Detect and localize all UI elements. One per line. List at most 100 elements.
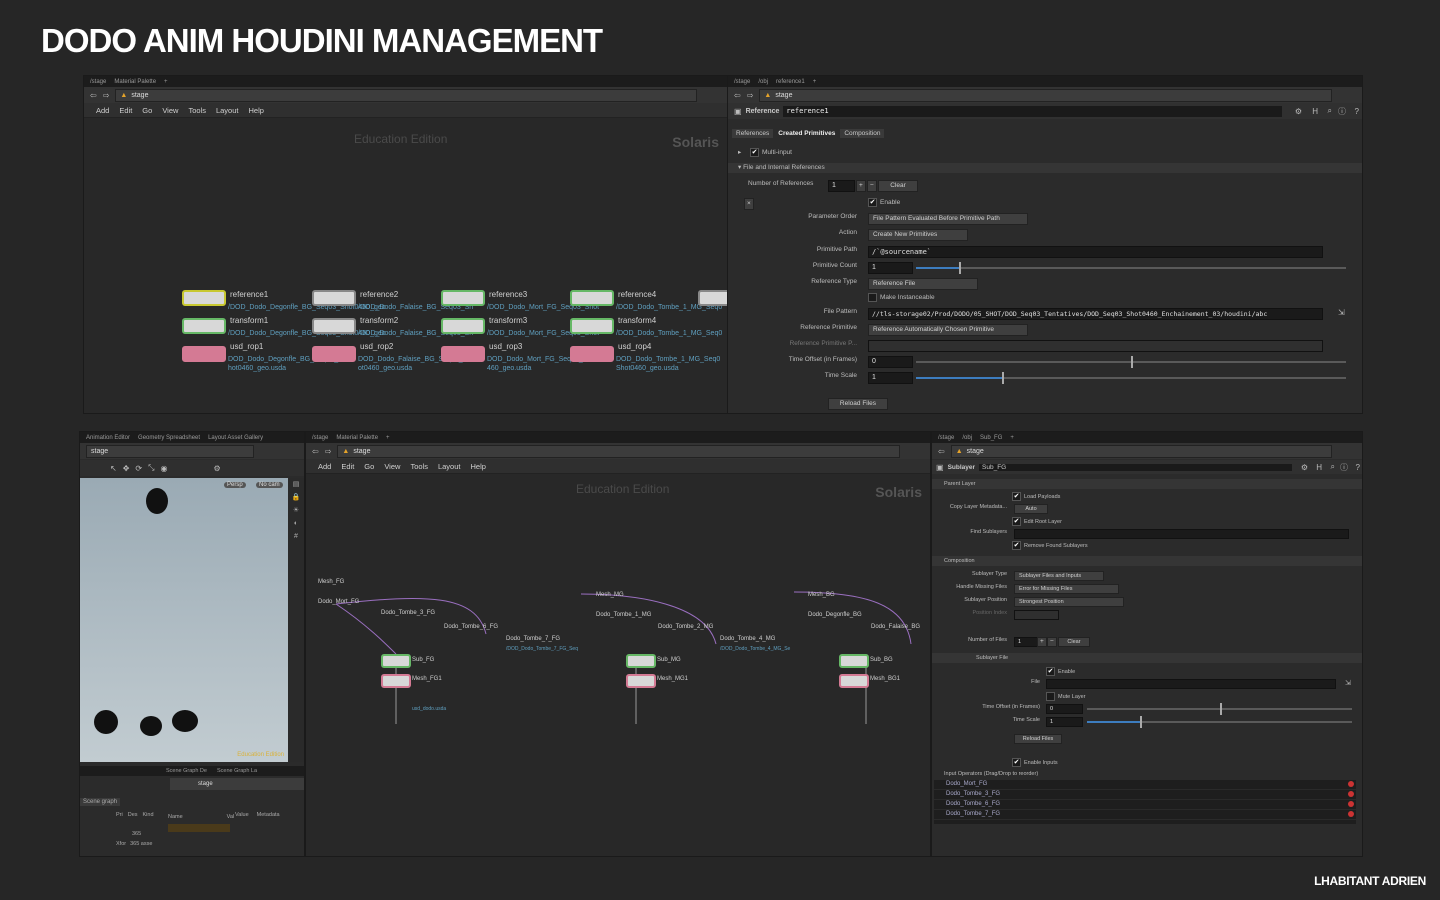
gear-icon[interactable]: ⚙	[214, 464, 221, 473]
clear-button[interactable]: Clear	[1058, 637, 1090, 647]
tab-node[interactable]: Sub_FG	[980, 435, 1002, 441]
node-label[interactable]: Dodo_Tombe_6_FG	[444, 624, 498, 630]
display-options-icon[interactable]: ▤	[288, 478, 304, 491]
primitive-count-field[interactable]: 1	[868, 262, 913, 274]
list-item[interactable]: Dodo_Mort_FG	[934, 780, 1356, 790]
action-menu[interactable]: Create New Primitives	[868, 229, 968, 241]
menu-layout[interactable]: Layout	[216, 106, 239, 115]
forward-arrow-icon[interactable]: ⇨	[325, 447, 332, 456]
usd-rop-node[interactable]	[570, 346, 614, 362]
add-ref-button[interactable]: +	[856, 180, 866, 192]
column-header[interactable]: Des	[128, 812, 138, 818]
menu-view[interactable]: View	[384, 462, 400, 471]
num-files-field[interactable]: 1	[1014, 637, 1039, 647]
reference-node[interactable]	[182, 290, 226, 306]
add-tab-icon[interactable]: +	[813, 79, 817, 85]
multi-input-checkbox[interactable]: ✔	[750, 148, 759, 157]
node-label[interactable]: Dodo_Tombe_1_MG	[596, 612, 651, 618]
column-header[interactable]: Name	[168, 814, 183, 820]
menu-edit[interactable]: Edit	[119, 106, 132, 115]
node-name-field[interactable]: reference1	[783, 105, 1282, 117]
reference-node[interactable]	[312, 290, 356, 306]
node-label[interactable]: Dodo_Degonfle_BG	[808, 612, 862, 618]
subtab-composition[interactable]: Composition	[840, 129, 885, 138]
gear-icon[interactable]: ⚙	[1301, 463, 1308, 472]
info-icon[interactable]: ⓘ	[1338, 106, 1346, 117]
sublayer-position-menu[interactable]: Strongest Position	[1014, 597, 1124, 607]
add-file-button[interactable]: +	[1037, 637, 1047, 647]
transform-node[interactable]	[182, 318, 226, 334]
file-chooser-icon[interactable]: ⇲	[1345, 679, 1351, 687]
shading-icon[interactable]: ◐	[288, 517, 304, 530]
menu-go[interactable]: Go	[364, 462, 374, 471]
node-label[interactable]: Sub_BG	[870, 657, 893, 663]
mesh-node[interactable]	[839, 674, 869, 688]
primitive-count-slider[interactable]	[916, 262, 1346, 274]
column-header[interactable]: Val	[227, 814, 235, 820]
node-label[interactable]: Mesh_MG1	[657, 676, 688, 682]
tab-material-palette[interactable]: Material Palette	[336, 435, 378, 441]
expand-arrow-icon[interactable]: ▸	[738, 148, 741, 156]
menu-tools[interactable]: Tools	[188, 106, 206, 115]
sublayer-file-section[interactable]: Sublayer File	[932, 653, 1362, 663]
sublayer-node[interactable]	[626, 654, 656, 668]
time-scale-slider[interactable]	[1087, 716, 1352, 728]
detail-row-highlight[interactable]	[168, 824, 230, 832]
add-tab-icon[interactable]: +	[386, 435, 390, 441]
scene-graph-menu[interactable]: Scene graph	[80, 798, 121, 806]
search-icon[interactable]: ⌕	[1331, 462, 1335, 472]
copy-layer-menu[interactable]: Auto	[1014, 504, 1048, 514]
transform-node[interactable]	[312, 318, 356, 334]
light-icon[interactable]: ☀	[288, 504, 304, 517]
time-offset-field[interactable]: 0	[868, 356, 913, 368]
network-canvas[interactable]: Education Edition Solaris Mesh_FG Dodo_M…	[306, 474, 930, 856]
reference-node[interactable]	[698, 290, 727, 306]
move-tool-icon[interactable]: ✥	[123, 464, 130, 473]
add-tab-icon[interactable]: +	[164, 79, 168, 85]
parent-layer-section[interactable]: Parent Layer	[932, 479, 1362, 489]
node-label[interactable]: Dodo_Tombe_2_MG	[658, 624, 713, 630]
sublayer-node[interactable]	[381, 654, 411, 668]
node-name-field[interactable]: Sub_FG	[979, 463, 1292, 471]
enable-checkbox[interactable]: ✔	[1046, 667, 1055, 676]
node-label[interactable]: Sub_MG	[657, 657, 681, 663]
file-field[interactable]	[1046, 679, 1336, 689]
gear-icon[interactable]: ⚙	[1295, 107, 1302, 116]
position-index-field[interactable]	[1014, 610, 1059, 620]
network-path-field[interactable]: ▲ stage	[759, 88, 1332, 102]
reference-node[interactable]	[441, 290, 485, 306]
tab-stage[interactable]: /stage	[90, 79, 106, 85]
scene-row[interactable]: 365	[132, 831, 141, 837]
usd-rop-node[interactable]	[441, 346, 485, 362]
3d-viewport[interactable]: Persp No cam Education Edition	[80, 478, 288, 762]
num-refs-field[interactable]: 1	[828, 180, 855, 192]
reference-node[interactable]	[570, 290, 614, 306]
list-item[interactable]: Dodo_Tombe_3_FG	[934, 790, 1356, 800]
help-icon[interactable]: ?	[1355, 107, 1359, 116]
help-icon[interactable]: ?	[1356, 463, 1360, 472]
mesh-node[interactable]	[381, 674, 411, 688]
node-label[interactable]: Dodo_Tombe_3_FG	[381, 610, 435, 616]
remove-found-checkbox[interactable]: ✔	[1012, 541, 1021, 550]
network-canvas[interactable]: Education Edition Solaris reference1 /DO…	[84, 118, 727, 413]
usd-rop-node[interactable]	[182, 346, 226, 362]
node-label[interactable]: Mesh_FG	[318, 579, 344, 585]
forward-arrow-icon[interactable]: ⇨	[103, 91, 110, 100]
node-label[interactable]: Mesh_BG1	[870, 676, 900, 682]
tab-material-palette[interactable]: Material Palette	[114, 79, 156, 85]
node-label[interactable]: Dodo_Tombe_7_FG	[506, 636, 560, 642]
remove-ref-button[interactable]: −	[867, 180, 877, 192]
mesh-node[interactable]	[626, 674, 656, 688]
tab-node[interactable]: reference1	[776, 79, 805, 85]
houdini-help-icon[interactable]: H	[1312, 107, 1318, 116]
network-path-field[interactable]: ▲ stage	[337, 444, 900, 458]
persp-menu[interactable]: Persp	[224, 482, 246, 488]
lock-icon[interactable]: 🔒	[288, 491, 304, 504]
time-scale-slider[interactable]	[916, 372, 1346, 384]
file-chooser-icon[interactable]: ⇲	[1338, 308, 1345, 317]
menu-view[interactable]: View	[162, 106, 178, 115]
time-offset-slider[interactable]	[1087, 703, 1352, 715]
remove-instance-button[interactable]: ×	[744, 198, 754, 210]
tab-layout-asset-gallery[interactable]: Layout Asset Gallery	[208, 435, 263, 441]
tab-obj[interactable]: /obj	[758, 79, 768, 85]
